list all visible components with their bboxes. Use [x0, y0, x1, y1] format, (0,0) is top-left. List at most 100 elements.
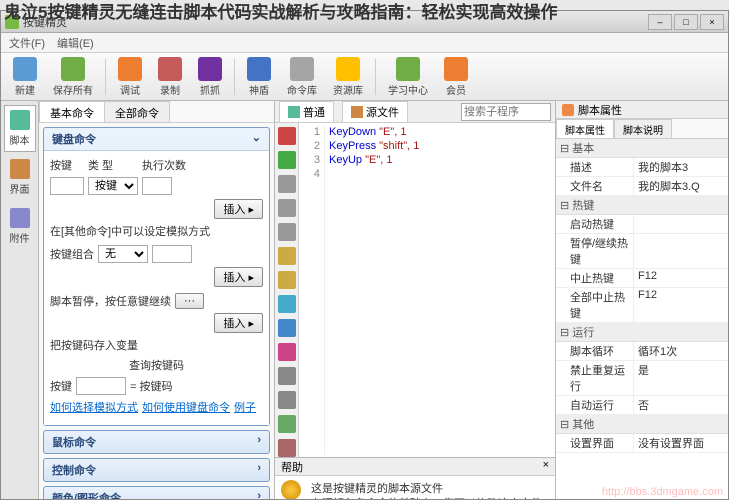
help-line-1: 这是按键精灵的脚本源文件 [311, 482, 549, 497]
combo-label: 按键组合 [50, 246, 94, 262]
toolbar-icon [198, 57, 222, 81]
tab-all-commands[interactable]: 全部命令 [104, 101, 170, 122]
search-subroutine-input[interactable] [461, 103, 551, 121]
toolbar-神盾[interactable]: 神盾 [239, 55, 279, 99]
prop-row[interactable]: 暂停/继续热键 [556, 234, 728, 269]
tab-source-view[interactable]: 源文件 [342, 101, 408, 123]
tab-basic-commands[interactable]: 基本命令 [39, 101, 105, 122]
prop-group[interactable]: 热键 [556, 196, 728, 215]
menu-file[interactable]: 文件(F) [9, 35, 45, 51]
article-title: 鬼泣5按键精灵无缝连击脚本代码实战解析与攻略指南：轻松实现高效操作 [0, 0, 729, 26]
prop-group[interactable]: 其他 [556, 415, 728, 434]
sidetab-附件[interactable]: 附件 [4, 203, 36, 250]
prop-row[interactable]: 中止热键F12 [556, 269, 728, 288]
tool-indent-icon[interactable] [278, 415, 296, 433]
tool-uncomment-icon[interactable] [278, 391, 296, 409]
note-text: 在[其他命令]中可以设定模拟方式 [50, 223, 263, 239]
tab-script-props[interactable]: 脚本属性 [556, 119, 614, 138]
toolbar-学习中心[interactable]: 学习中心 [380, 55, 436, 99]
count-input[interactable] [142, 177, 172, 195]
sidetab-界面[interactable]: 界面 [4, 154, 36, 201]
tool-redo-icon[interactable] [278, 271, 296, 289]
type-select[interactable]: 按键 ▾ [88, 177, 138, 195]
properties-panel: 脚本属性 脚本属性 脚本说明 基本描述我的脚本3文件名我的脚本3.Q热键启动热键… [555, 101, 728, 499]
tool-comment-icon[interactable] [278, 367, 296, 385]
code-editor[interactable]: 1234 KeyDown "E", 1KeyPress "shift", 1Ke… [299, 123, 555, 457]
toolbar-命令库[interactable]: 命令库 [279, 55, 325, 99]
lookup-eq: = 按键码 [130, 378, 172, 394]
toolbar-资源库[interactable]: 资源库 [325, 55, 371, 99]
prop-row[interactable]: 文件名我的脚本3.Q [556, 177, 728, 196]
pause-dots-button[interactable]: ··· [175, 293, 204, 309]
toolbar-录制[interactable]: 录制 [150, 55, 190, 99]
accordion-颜色/图形命令[interactable]: 颜色/图形命令› [43, 486, 270, 499]
editor-toolstrip [275, 123, 299, 457]
accordion-控制命令[interactable]: 控制命令› [43, 458, 270, 482]
insert-button-1[interactable]: 插入 ▸ [214, 199, 263, 219]
tool-green-icon[interactable] [278, 151, 296, 169]
watermark: http://bbs.3dmgame.com [602, 486, 723, 498]
sidetab-icon [10, 159, 30, 179]
toolbar-icon [13, 57, 37, 81]
menu-edit[interactable]: 编辑(E) [57, 35, 94, 51]
tool-red-icon[interactable] [278, 127, 296, 145]
combo-select[interactable]: 无 [98, 245, 148, 263]
link-sim-mode[interactable]: 如何选择模拟方式 [50, 399, 138, 415]
key-input[interactable] [50, 177, 84, 195]
toolbar-调试[interactable]: 调试 [110, 55, 150, 99]
accordion-keyboard: 键盘命令⌄ 按键 类 型 执行次数 按键 ▾ 插入 ▸ [43, 127, 270, 426]
label-count: 执行次数 [142, 157, 186, 173]
prop-row[interactable]: 禁止重复运行是 [556, 361, 728, 396]
combo-input[interactable] [152, 245, 192, 263]
tool-paste-icon[interactable] [278, 223, 296, 241]
left-sidebar: 脚本界面附件 [1, 101, 39, 499]
tab-normal-view[interactable]: 普通 [279, 101, 334, 123]
pause-label: 脚本暂停，按任意键继续 [50, 293, 171, 309]
command-panel: 基本命令 全部命令 键盘命令⌄ 按键 类 型 执行次数 按键 ▾ [39, 101, 275, 499]
prop-row[interactable]: 全部中止热键F12 [556, 288, 728, 323]
app-window: 按键精灵 – □ × 文件(F) 编辑(E) 新建保存所有调试录制抓抓神盾命令库… [0, 10, 729, 500]
help-line-2: 在理解各条命令的基础上，您可以修改这个文件的内容 [311, 497, 549, 499]
lookup-input[interactable] [76, 377, 126, 395]
help-panel: 帮助 × 这是按键精灵的脚本源文件 在理解各条命令的基础上，您可以修改这个文件的内… [275, 457, 555, 499]
prop-row[interactable]: 启动热键 [556, 215, 728, 234]
props-icon [562, 104, 574, 116]
toolbar-icon [290, 57, 314, 81]
accordion-鼠标命令[interactable]: 鼠标命令› [43, 430, 270, 454]
insert-button-3[interactable]: 插入 ▸ [214, 313, 263, 333]
center-area: 普通 源文件 [275, 101, 555, 499]
toolbar-新建[interactable]: 新建 [5, 55, 45, 99]
source-view-icon [351, 106, 363, 118]
tool-find-icon[interactable] [278, 295, 296, 313]
link-example[interactable]: 例子 [234, 399, 256, 415]
props-title: 脚本属性 [578, 102, 622, 118]
toolbar-会员[interactable]: 会员 [436, 55, 476, 99]
prop-row[interactable]: 描述我的脚本3 [556, 158, 728, 177]
prop-row[interactable]: 脚本循环循环1次 [556, 342, 728, 361]
toolbar-保存所有[interactable]: 保存所有 [45, 55, 101, 99]
tab-script-desc[interactable]: 脚本说明 [614, 119, 672, 138]
tool-goto-icon[interactable] [278, 319, 296, 337]
tool-cut-icon[interactable] [278, 175, 296, 193]
prop-group[interactable]: 基本 [556, 139, 728, 158]
insert-button-2[interactable]: 插入 ▸ [214, 267, 263, 287]
toolbar-icon [444, 57, 468, 81]
tool-bookmark-icon[interactable] [278, 343, 296, 361]
sidetab-icon [10, 208, 30, 228]
tool-outdent-icon[interactable] [278, 439, 296, 457]
tool-undo-icon[interactable] [278, 247, 296, 265]
accordion-keyboard-header[interactable]: 键盘命令⌄ [44, 128, 269, 150]
lookup-label: 按键 [50, 378, 72, 394]
prop-group[interactable]: 运行 [556, 323, 728, 342]
label-key: 按键 [50, 157, 84, 173]
menubar: 文件(F) 编辑(E) [1, 33, 728, 53]
toolbar-抓抓[interactable]: 抓抓 [190, 55, 230, 99]
help-title: 帮助 [281, 459, 303, 474]
help-close-icon[interactable]: × [543, 459, 549, 474]
link-keyboard-cmd[interactable]: 如何使用键盘命令 [142, 399, 230, 415]
prop-row[interactable]: 自动运行否 [556, 396, 728, 415]
prop-row[interactable]: 设置界面没有设置界面 [556, 434, 728, 453]
sidetab-脚本[interactable]: 脚本 [4, 105, 36, 152]
toolbar-icon [61, 57, 85, 81]
tool-copy-icon[interactable] [278, 199, 296, 217]
